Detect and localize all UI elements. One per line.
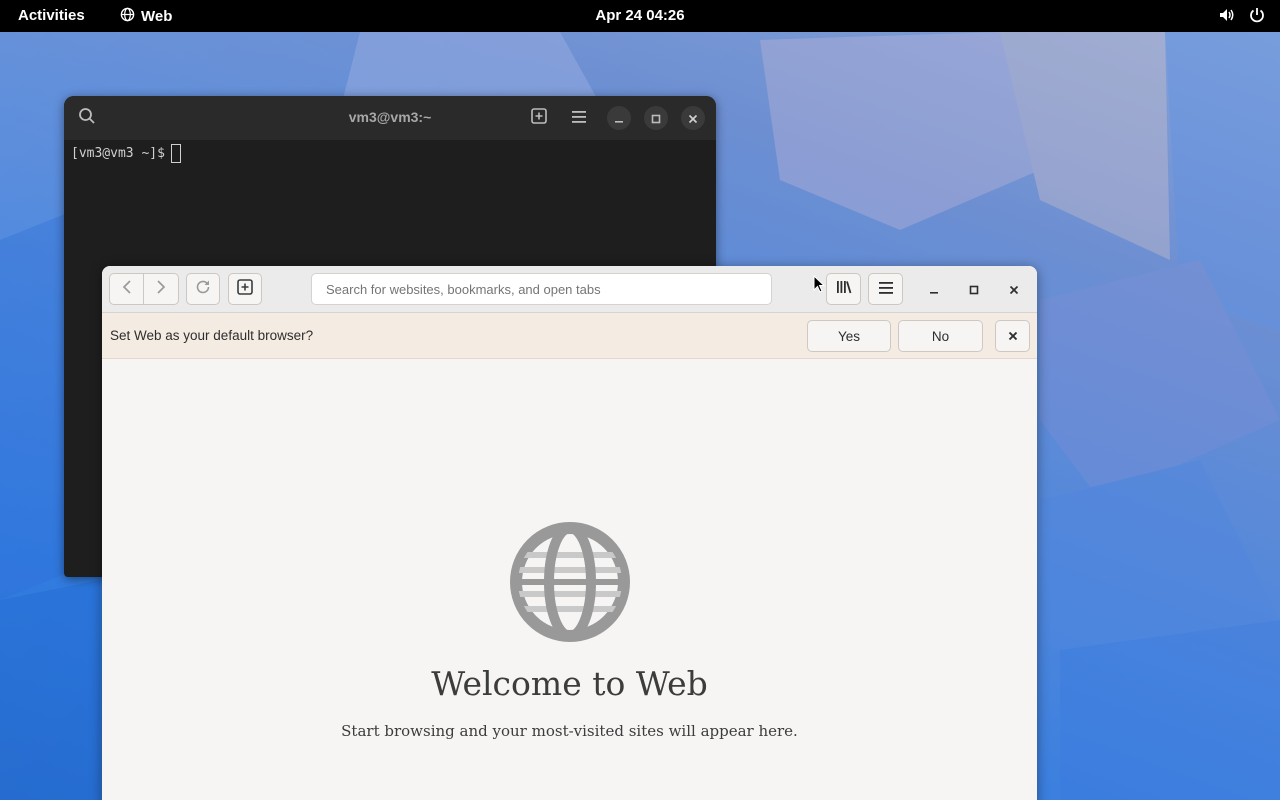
system-status-area[interactable]: [1218, 6, 1266, 28]
back-icon: [120, 279, 134, 299]
menu-icon: [878, 280, 894, 299]
forward-button[interactable]: [144, 273, 179, 305]
power-icon: [1248, 6, 1266, 28]
maximize-icon: [651, 109, 661, 128]
terminal-prompt: [vm3@vm3 ~]$: [71, 146, 165, 161]
web-browser-window[interactable]: Set Web as your default browser? Yes No …: [102, 266, 1037, 800]
infobar-message: Set Web as your default browser?: [110, 328, 314, 343]
minimize-icon: [929, 280, 939, 299]
infobar-yes-button[interactable]: Yes: [807, 320, 891, 352]
close-icon: [1009, 280, 1019, 299]
globe-icon: [509, 521, 631, 643]
browser-maximize-button[interactable]: [962, 277, 986, 301]
browser-minimize-button[interactable]: [922, 277, 946, 301]
reload-button[interactable]: [186, 273, 220, 305]
main-menu-button[interactable]: [868, 273, 903, 305]
new-tab-icon: [530, 107, 548, 129]
clock-button[interactable]: Apr 24 04:26: [595, 7, 684, 24]
close-icon: [688, 109, 698, 128]
welcome-subtitle: Start browsing and your most-visited sit…: [341, 722, 798, 740]
bookmarks-library-button[interactable]: [826, 273, 861, 305]
default-browser-infobar: Set Web as your default browser? Yes No: [102, 313, 1037, 359]
new-tab-icon: [236, 278, 254, 300]
top-bar: Activities Web Apr 24 04:26: [0, 0, 1280, 32]
browser-close-button[interactable]: [1002, 277, 1026, 301]
app-name-label: Web: [141, 8, 173, 25]
terminal-output[interactable]: [vm3@vm3 ~]$: [71, 144, 181, 163]
library-icon: [835, 279, 853, 299]
infobar-close-button[interactable]: [995, 320, 1030, 352]
terminal-headerbar[interactable]: vm3@vm3:~: [64, 96, 716, 140]
app-menu-button[interactable]: Web: [120, 7, 172, 26]
url-search-input[interactable]: [311, 273, 772, 305]
back-button[interactable]: [109, 273, 144, 305]
welcome-title: Welcome to Web: [431, 664, 708, 703]
close-icon: [1008, 329, 1018, 344]
volume-icon: [1218, 6, 1236, 28]
terminal-maximize-button[interactable]: [644, 106, 668, 130]
terminal-new-tab-button[interactable]: [527, 106, 551, 130]
mouse-pointer-icon: [813, 274, 826, 297]
infobar-no-button[interactable]: No: [898, 320, 983, 352]
terminal-close-button[interactable]: [681, 106, 705, 130]
terminal-minimize-button[interactable]: [607, 106, 631, 130]
browser-headerbar[interactable]: [102, 266, 1037, 313]
new-tab-button[interactable]: [228, 273, 262, 305]
terminal-menu-button[interactable]: [567, 106, 591, 130]
maximize-icon: [969, 280, 979, 299]
forward-icon: [154, 279, 168, 299]
menu-icon: [571, 109, 587, 128]
terminal-cursor: [170, 144, 181, 163]
reload-icon: [194, 278, 212, 300]
activities-button[interactable]: Activities: [18, 7, 85, 24]
minimize-icon: [614, 109, 624, 128]
globe-icon: [120, 7, 135, 26]
